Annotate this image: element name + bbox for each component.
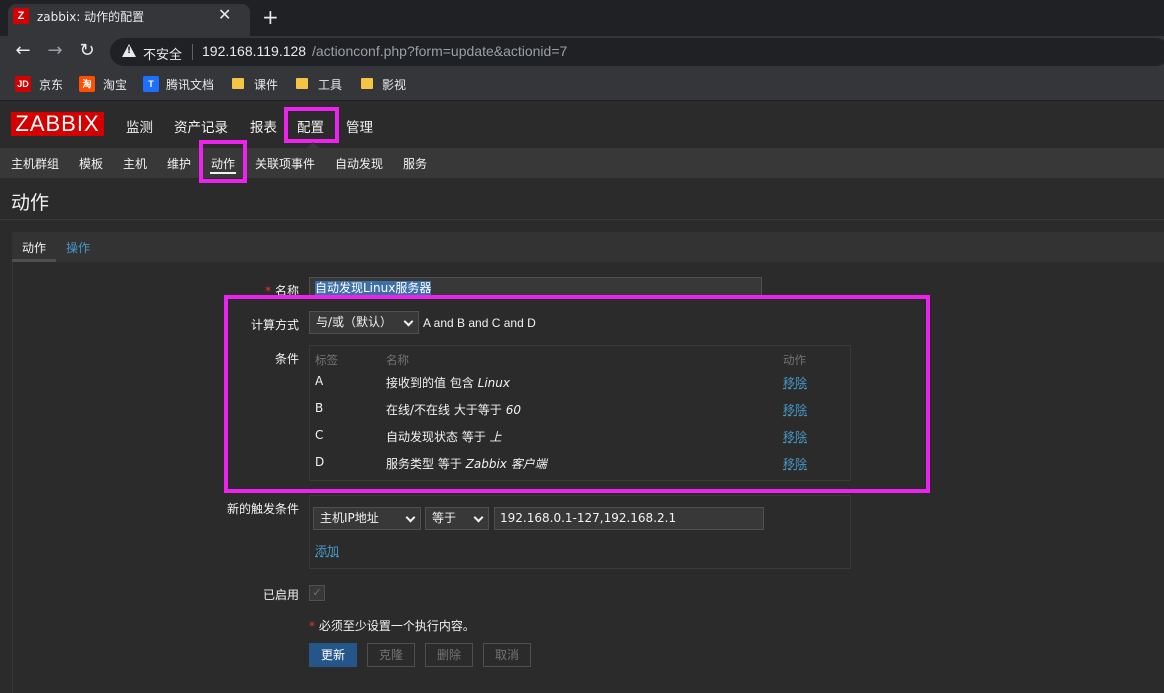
- required-note: * 必须至少设置一个执行内容。: [309, 619, 475, 633]
- bookmark-tencent-docs[interactable]: 腾讯文档: [166, 76, 214, 93]
- condition-operator-value: 等于: [432, 511, 457, 525]
- new-condition-label: 新的触发条件: [226, 502, 299, 516]
- condition-operator-select[interactable]: 等于: [425, 507, 489, 530]
- highlight-box-actions: [199, 140, 247, 183]
- chevron-down-icon: [473, 512, 484, 523]
- add-condition-link[interactable]: 添加: [315, 542, 339, 559]
- condition-value-input[interactable]: 192.168.0.1-127,192.168.2.1: [494, 507, 764, 530]
- forward-icon[interactable]: →: [44, 40, 66, 61]
- sub-nav-discovery[interactable]: 自动发现: [335, 155, 383, 172]
- bookmark-courseware[interactable]: 课件: [254, 76, 278, 93]
- new-tab-icon[interactable]: +: [262, 5, 279, 29]
- main-nav-administration[interactable]: 管理: [346, 116, 373, 136]
- active-tab-underline: [12, 259, 56, 262]
- enabled-checkbox[interactable]: ✓: [309, 585, 325, 601]
- main-nav-inventory[interactable]: 资产记录: [174, 116, 228, 136]
- tab-title: zabbix: 动作的配置: [37, 10, 145, 24]
- folder-icon: [296, 78, 308, 89]
- name-input-value: 自动发现Linux服务器: [315, 281, 432, 295]
- clone-button[interactable]: 克隆: [367, 643, 415, 667]
- sub-nav-host-groups[interactable]: 主机群组: [11, 155, 59, 172]
- sub-nav-services[interactable]: 服务: [403, 155, 427, 172]
- taobao-icon: 淘: [79, 76, 95, 92]
- folder-icon: [232, 78, 244, 89]
- page-title: 动作: [11, 192, 50, 214]
- warning-icon[interactable]: [122, 44, 136, 57]
- update-button[interactable]: 更新: [309, 643, 357, 667]
- jd-icon: JD: [15, 76, 31, 92]
- delete-button[interactable]: 删除: [425, 643, 473, 667]
- tab-operations[interactable]: 操作: [66, 239, 90, 256]
- bookmark-jd[interactable]: 京东: [39, 76, 63, 93]
- sub-nav-maintenance[interactable]: 维护: [167, 155, 191, 172]
- bookmark-tools[interactable]: 工具: [318, 76, 342, 93]
- enabled-label: 已启用: [262, 588, 299, 602]
- zabbix-favicon-icon: Z: [13, 8, 29, 24]
- url-host[interactable]: 192.168.119.128: [202, 43, 306, 59]
- highlight-box-config: [284, 107, 339, 143]
- form-tabs-bar: [12, 232, 1164, 262]
- not-secure-label[interactable]: 不安全: [143, 44, 182, 63]
- sub-nav-hosts[interactable]: 主机: [123, 155, 147, 172]
- main-nav-monitoring[interactable]: 监测: [126, 116, 153, 136]
- highlight-box-conditions: [224, 295, 930, 493]
- condition-type-select[interactable]: 主机IP地址: [313, 507, 421, 530]
- close-tab-icon[interactable]: ✕: [218, 5, 231, 24]
- sub-nav-templates[interactable]: 模板: [79, 155, 103, 172]
- chevron-down-icon: [405, 512, 416, 523]
- url-path[interactable]: /actionconf.php?form=update&actionid=7: [312, 43, 567, 59]
- main-nav-reports[interactable]: 报表: [250, 116, 277, 136]
- tencent-docs-icon: T: [143, 76, 159, 92]
- condition-type-value: 主机IP地址: [320, 511, 379, 525]
- title-divider: [0, 219, 1164, 220]
- cancel-button[interactable]: 取消: [483, 643, 531, 667]
- reload-icon[interactable]: ↻: [76, 40, 98, 61]
- zabbix-logo[interactable]: ZABBIX: [11, 112, 104, 136]
- bookmark-taobao[interactable]: 淘宝: [103, 76, 127, 93]
- back-icon[interactable]: ←: [12, 40, 34, 61]
- bookmark-movies[interactable]: 影视: [382, 76, 406, 93]
- tab-action[interactable]: 动作: [22, 239, 46, 256]
- url-divider: [192, 44, 193, 60]
- folder-icon: [361, 78, 373, 89]
- sub-nav-event-correlation[interactable]: 关联项事件: [255, 155, 315, 172]
